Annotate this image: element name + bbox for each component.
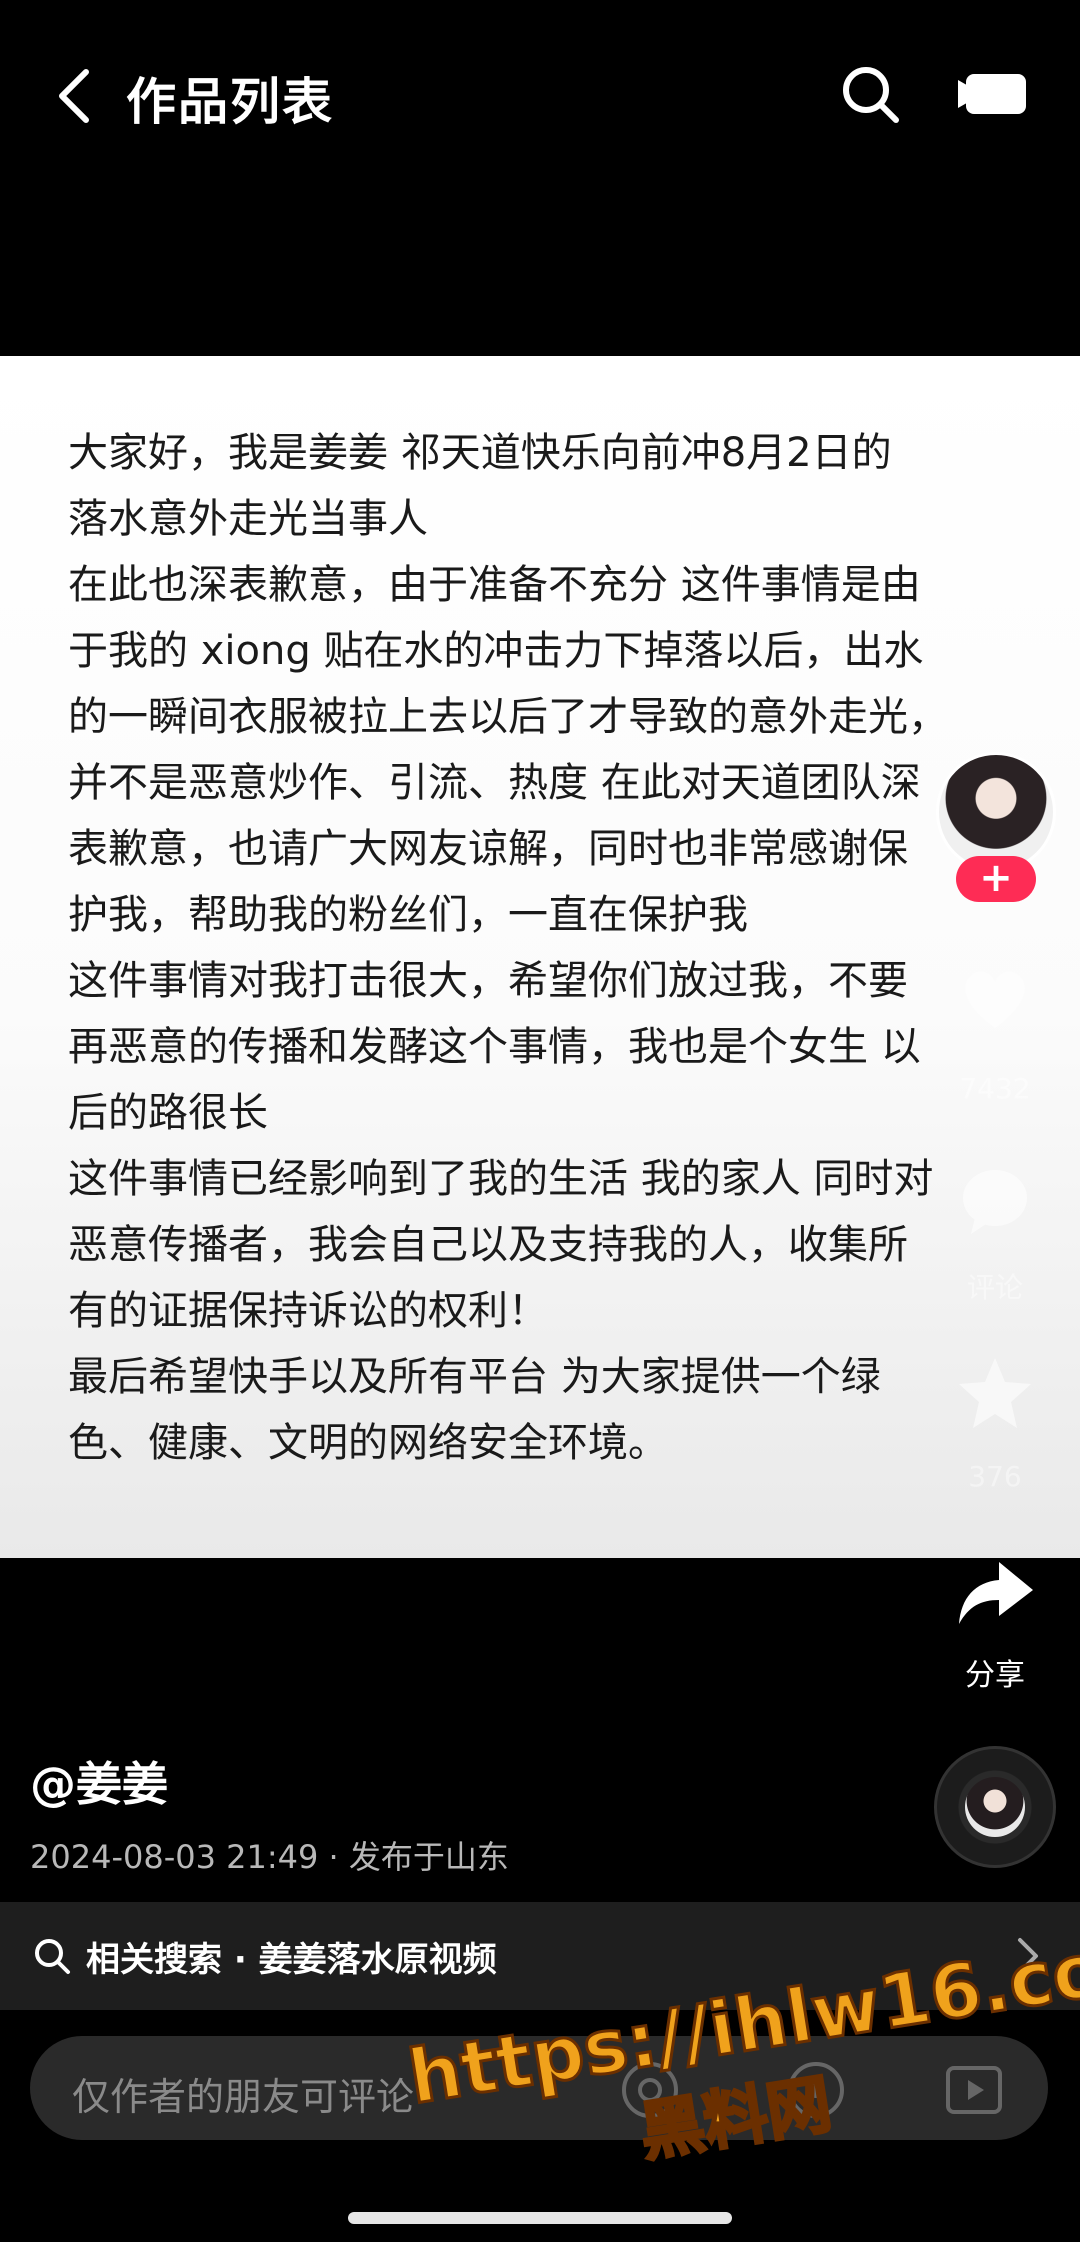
author-username[interactable]: @姜姜 xyxy=(30,1748,168,1814)
statement-line: 在此也深表歉意，由于准备不充分 这件事情是由 xyxy=(68,562,921,608)
statement-line: 最后希望快手以及所有平台 为大家提供一个绿 xyxy=(68,1354,881,1400)
home-indicator[interactable] xyxy=(348,2212,732,2224)
statement-card: 大家好，我是姜姜 祁天道快乐向前冲8月2日的 落水意外走光当事人 在此也深表歉意… xyxy=(0,356,1080,1558)
statement-line: 这件事情已经影响到了我的生活 我的家人 同时对 xyxy=(68,1156,934,1202)
post-meta: 2024-08-03 21:49 · 发布于山东 xyxy=(30,1838,509,1876)
author-avatar[interactable] xyxy=(936,752,1056,872)
statement-line: 于我的 xiong 贴在水的冲击力下掉落以后，出水 xyxy=(68,628,924,674)
video-camera-icon[interactable] xyxy=(958,70,1026,118)
heart-icon[interactable] xyxy=(955,958,1035,1038)
search-icon[interactable] xyxy=(838,62,902,126)
top-bar: 作品列表 xyxy=(0,0,1080,200)
star-icon[interactable] xyxy=(955,1354,1035,1434)
favorite-count: 376 xyxy=(968,1460,1022,1493)
music-disc-icon[interactable] xyxy=(934,1746,1056,1868)
statement-line: 色、健康、文明的网络安全环境。 xyxy=(68,1420,668,1466)
music-cover xyxy=(965,1777,1025,1837)
statement-line: 大家好，我是姜姜 祁天道快乐向前冲8月2日的 xyxy=(68,430,892,476)
related-search-text: 相关搜索 · 姜姜落水原视频 xyxy=(86,1940,497,1980)
page-title: 作品列表 xyxy=(126,73,334,131)
statement-line: 并不是恶意炒作、引流、热度 在此对天道团队深 xyxy=(68,760,921,806)
comment-label: 评论 xyxy=(966,1271,1023,1304)
statement-line: 落水意外走光当事人 xyxy=(68,496,428,542)
back-icon[interactable] xyxy=(50,66,100,126)
statement-line: 再恶意的传播和发酵这个事情，我也是个女生 以 xyxy=(68,1024,921,1070)
comment-placeholder: 仅作者的朋友可评论 xyxy=(72,2075,415,2119)
follow-button[interactable]: + xyxy=(956,856,1036,902)
like-count: 7432 xyxy=(959,1072,1031,1105)
statement-line: 护我，帮助我的粉丝们，一直在保护我 xyxy=(68,892,748,938)
statement-line: 这件事情对我打击很大，希望你们放过我，不要 xyxy=(68,958,908,1004)
statement-line: 后的路很长 xyxy=(68,1090,268,1136)
share-icon[interactable] xyxy=(955,1554,1035,1634)
statement-line: 有的证据保持诉讼的权利！ xyxy=(68,1288,548,1334)
statement-line: 恶意传播者，我会自己以及支持我的人，收集所 xyxy=(68,1222,908,1268)
statement-line: 的一瞬间衣服被拉上去以后了才导致的意外走光， xyxy=(68,694,948,740)
search-icon xyxy=(32,1936,72,1976)
statement-line: 表歉意，也请广大网友谅解，同时也非常感谢保 xyxy=(68,826,908,872)
share-label: 分享 xyxy=(965,1658,1025,1693)
statement-text: 大家好，我是姜姜 祁天道快乐向前冲8月2日的 落水意外走光当事人 在此也深表歉意… xyxy=(68,420,1028,1476)
comment-icon[interactable] xyxy=(955,1160,1035,1240)
